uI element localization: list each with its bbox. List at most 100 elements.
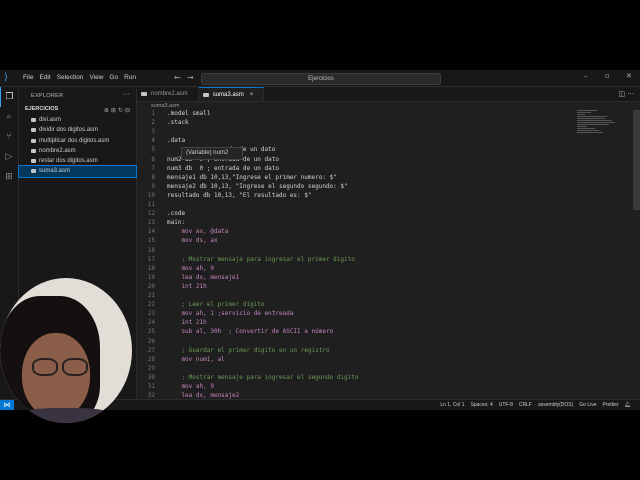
maximize-icon[interactable]: ▫ <box>605 72 610 80</box>
code-line: ; Guardar el primer digito en un registr… <box>167 346 330 354</box>
cursor-position[interactable]: Ln 1, Col 1 <box>437 400 467 410</box>
line-ending[interactable]: CRLF <box>516 400 535 410</box>
menu-run[interactable]: Run <box>121 70 139 86</box>
extensions-icon[interactable]: ⊞ <box>0 167 18 187</box>
minimize-icon[interactable]: – <box>584 72 588 80</box>
line-number: 25 <box>147 328 155 336</box>
asm-file-icon <box>31 118 36 122</box>
code-line: .stack <box>167 119 189 127</box>
asm-file-icon <box>31 159 36 164</box>
line-number: 10 <box>147 191 155 199</box>
line-number: 12 <box>147 210 155 218</box>
menu-selection[interactable]: Selection <box>54 70 87 86</box>
tab-nombre2[interactable]: nombre2.asm <box>137 87 199 101</box>
line-number: 15 <box>147 237 155 245</box>
code-line: int 21h <box>167 319 207 327</box>
line-number: 4 <box>151 137 155 145</box>
vertical-scrollbar[interactable] <box>633 110 640 210</box>
code-line: num3 db 0 ; entrada de un dato <box>167 164 279 172</box>
line-number: 26 <box>147 337 155 345</box>
prettier-button[interactable]: Prettier <box>600 400 622 410</box>
code-line: mov ah, 9 <box>167 264 214 272</box>
file-name: suma3.asm <box>39 168 71 175</box>
file-name: restar dos digitos.asm <box>39 158 98 165</box>
asm-file-icon <box>31 148 36 153</box>
vscode-logo-icon: ⟩ <box>4 72 8 83</box>
line-number: 6 <box>151 155 155 163</box>
go-live-button[interactable]: Go Live <box>576 400 599 410</box>
file-item[interactable]: divi.asm <box>19 115 136 125</box>
code-line: ; Mostrar mensaje para ingresar el segun… <box>167 373 359 381</box>
tab-label: suma3.asm <box>212 92 244 98</box>
split-editor-icon[interactable]: ◫ ··· <box>618 90 634 98</box>
file-item[interactable]: restar dos digitos.asm <box>19 156 136 166</box>
tooltip-name: num2 <box>213 150 229 156</box>
asm-file-icon <box>31 138 36 143</box>
line-number: 9 <box>151 182 155 190</box>
back-arrow-icon[interactable]: ← <box>174 73 181 82</box>
line-number: 11 <box>147 201 155 208</box>
code-line: ; Leer el primer digito <box>167 301 265 309</box>
line-number: 21 <box>147 292 155 299</box>
menu-bar: File Edit Selection View Go Run <box>20 70 139 86</box>
editor-tabs: nombre2.asm suma3.asm × <box>137 87 640 102</box>
file-item-selected[interactable]: suma3.asm <box>18 165 137 178</box>
language-mode[interactable]: assembly(DOS) <box>535 400 576 410</box>
menu-go[interactable]: Go <box>106 70 121 86</box>
indentation[interactable]: Spaces: 4 <box>468 400 496 410</box>
file-name: nombre2.asm <box>39 147 76 154</box>
line-number: 23 <box>147 310 155 318</box>
line-number: 7 <box>151 164 155 172</box>
more-actions-icon[interactable]: ··· <box>123 91 130 98</box>
breadcrumb[interactable]: suma3.asm <box>137 102 640 111</box>
asm-file-icon <box>31 128 36 133</box>
explorer-icon[interactable]: ❐ <box>0 87 18 107</box>
folder-actions-icon[interactable]: ⊕⊞↻⊟ <box>104 107 132 114</box>
run-debug-icon[interactable]: ▷ <box>0 147 18 167</box>
file-name: multiplicar dos digitos.asm <box>39 137 110 144</box>
code-line: main: <box>167 219 186 227</box>
file-item[interactable]: multiplicar dos digitos.asm <box>19 136 136 146</box>
menu-view[interactable]: View <box>86 70 106 86</box>
source-control-icon[interactable]: ⑂ <box>0 127 18 147</box>
search-icon[interactable]: ⌕ <box>0 107 18 127</box>
line-number: 29 <box>147 364 155 372</box>
asm-file-icon <box>141 92 147 96</box>
code-line: mensaje1 db 10,13,"Ingrese el primer num… <box>167 173 337 181</box>
webcam-overlay <box>0 278 132 423</box>
code-line: resultado db 10,13, "El resultado es: $" <box>167 191 312 199</box>
code-line: mov ah, 9 <box>167 383 214 390</box>
close-window-icon[interactable]: ✕ <box>626 72 632 80</box>
tab-suma3[interactable]: suma3.asm × <box>198 87 265 101</box>
code-line: sub al, 30h ; Convertir de ASCII a númer… <box>167 328 334 336</box>
asm-file-icon <box>31 169 36 174</box>
tab-label: nombre2.asm <box>151 91 188 97</box>
file-item[interactable]: nombre2.asm <box>19 146 136 156</box>
bell-icon[interactable]: 🔔︎ <box>622 400 634 410</box>
code-line: .code <box>167 210 186 218</box>
line-number: 17 <box>147 255 155 263</box>
code-line: int 21h <box>167 282 207 290</box>
menu-edit[interactable]: Edit <box>36 70 53 86</box>
explorer-header: EXPLORER <box>31 93 64 99</box>
code-line: .data <box>167 137 186 145</box>
file-item[interactable]: dividir dos digitos.asm <box>19 125 136 135</box>
code-line: mensaje2 db 10,13, "Ingrese el segundo s… <box>167 182 348 190</box>
line-number: 24 <box>147 319 155 327</box>
command-center[interactable]: Ejercicios <box>201 73 441 85</box>
line-number: 28 <box>147 355 155 363</box>
menu-file[interactable]: File <box>20 70 36 86</box>
code-line: mov ah, 1 ;servicio de entreada <box>167 310 294 318</box>
forward-arrow-icon[interactable]: → <box>187 73 194 82</box>
code-line: mov num1, al <box>167 355 225 363</box>
code-line: mov ds, ax <box>167 237 218 245</box>
minimap[interactable] <box>577 110 627 150</box>
close-tab-icon[interactable]: × <box>250 92 254 98</box>
line-number: 22 <box>147 301 155 309</box>
encoding[interactable]: UTF-8 <box>496 400 516 410</box>
line-number: 18 <box>147 264 155 272</box>
code-line: ; Mostrar mensaje para ingresar el prime… <box>167 255 355 263</box>
line-number: 8 <box>151 173 155 181</box>
line-number: 16 <box>147 246 155 254</box>
line-number: 5 <box>151 146 155 154</box>
